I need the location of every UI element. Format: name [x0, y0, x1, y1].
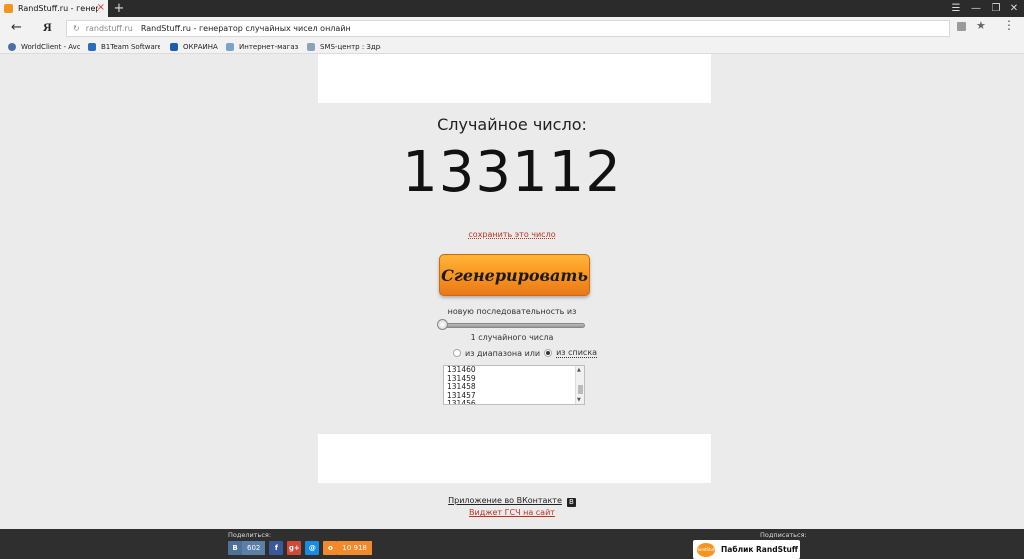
address-page-title: RandStuff.ru - генератор случайных чисел… — [140, 24, 351, 33]
bookmark-internet-shop[interactable]: Интернет-магазин — [226, 40, 298, 53]
bookmark-worldclient[interactable]: WorldClient - Avdo — [8, 40, 80, 53]
back-arrow-icon[interactable]: ← — [11, 20, 22, 35]
new-tab-button[interactable]: + — [112, 0, 126, 17]
bookmark-b1team[interactable]: B1Team Software — [88, 40, 160, 53]
restore-icon[interactable]: ❐ — [986, 0, 1006, 17]
b1team-icon — [88, 42, 96, 51]
globe-icon — [8, 42, 16, 51]
generate-button[interactable]: Сгенерировать — [439, 254, 590, 296]
browser-tab[interactable]: RandStuff.ru - генератор × — [0, 0, 108, 17]
share-buttons: В 602 f g+ @ о 10 918 — [228, 541, 376, 555]
tab-bar: RandStuff.ru - генератор × + ☰ — ❐ ✕ — [0, 0, 1024, 17]
overflow-menu-icon[interactable]: ⋮ — [1003, 18, 1015, 32]
list-item: 131456 — [447, 399, 476, 405]
facebook-share-icon[interactable]: f — [269, 541, 284, 555]
address-url: randstuff.ru — [85, 24, 133, 33]
bookmark-okraina[interactable]: ОКРАИНА — [170, 40, 220, 53]
protect-icon[interactable] — [957, 22, 966, 31]
radio-list-label[interactable]: из списка — [556, 348, 598, 358]
number-list-textarea[interactable]: 131460 131459 131458 131457 131456 ▲ ▼ — [443, 365, 585, 405]
list-scrollbar[interactable]: ▲ ▼ — [575, 366, 584, 404]
randstuff-logo-icon: RandStuff — [696, 542, 716, 557]
count-slider-handle[interactable] — [437, 319, 448, 330]
bookmark-sms-center[interactable]: SMS-центр : Здрав — [307, 40, 381, 53]
sequence-label: новую последовательность из — [447, 307, 577, 316]
ok-share-count: 10 918 — [337, 541, 372, 555]
subscribe-button[interactable]: RandStuff Паблик RandStuff — [693, 540, 800, 559]
count-slider[interactable] — [439, 323, 585, 328]
tab-close-icon[interactable]: × — [97, 2, 105, 14]
google-plus-share-icon[interactable]: g+ — [287, 541, 302, 555]
address-bar[interactable]: ↻ randstuff.ru RandStuff.ru - генератор … — [66, 20, 950, 37]
scroll-thumb[interactable] — [578, 385, 583, 394]
okraina-24-icon — [170, 42, 178, 51]
random-number-value: 133112 — [402, 140, 622, 205]
vk-app-link[interactable]: Приложение во ВКонтакте В — [0, 496, 1024, 507]
yandex-icon[interactable]: Я — [43, 20, 52, 35]
share-label: Поделиться: — [228, 531, 272, 539]
radio-range-label[interactable]: из диапазона или — [465, 349, 540, 358]
source-radio-group: из диапазона или из списка — [453, 348, 601, 358]
ad-banner-bottom — [318, 434, 711, 483]
navigation-bar: ← Я ↻ randstuff.ru RandStuff.ru - генера… — [0, 17, 1024, 39]
radio-range[interactable] — [453, 349, 461, 357]
result-label: Случайное число: — [437, 115, 587, 134]
mail-share-icon[interactable]: @ — [305, 541, 320, 555]
scroll-up-icon[interactable]: ▲ — [577, 367, 581, 373]
tab-title: RandStuff.ru - генератор — [18, 4, 98, 13]
ad-banner-top — [318, 54, 711, 103]
shop-icon — [226, 42, 234, 51]
count-label: 1 случайного числа — [470, 333, 554, 342]
vk-share-icon[interactable]: В — [228, 541, 242, 555]
hamburger-menu-icon[interactable]: ☰ — [946, 0, 966, 17]
page-content: Случайное число: 133112 сохранить это чи… — [0, 54, 1024, 529]
vk-icon: В — [566, 498, 576, 507]
subscribe-button-label: Паблик RandStuff — [721, 545, 798, 554]
social-bar: Поделиться: В 602 f g+ @ о 10 918 Подпис… — [0, 529, 1024, 559]
bookmark-star-icon[interactable]: ★ — [976, 19, 986, 32]
radio-list[interactable] — [544, 349, 553, 357]
widget-link[interactable]: Виджет ГСЧ на сайт — [0, 508, 1024, 517]
odnoklassniki-share-icon[interactable]: о — [323, 541, 338, 555]
minimize-icon[interactable]: — — [966, 0, 986, 17]
save-number-link[interactable]: сохранить это число — [0, 230, 1024, 239]
scroll-down-icon[interactable]: ▼ — [577, 397, 581, 403]
close-window-icon[interactable]: ✕ — [1004, 0, 1024, 17]
bookmarks-bar: WorldClient - Avdo B1Team Software ОКРАИ… — [0, 39, 1024, 54]
sms-icon — [307, 42, 315, 51]
refresh-icon[interactable]: ↻ — [73, 24, 80, 33]
subscribe-label: Подписаться: — [760, 531, 807, 539]
vk-app-link-text[interactable]: Приложение во ВКонтакте — [448, 496, 562, 505]
randstuff-favicon-icon — [4, 4, 13, 13]
vk-share-count: 602 — [242, 541, 266, 555]
